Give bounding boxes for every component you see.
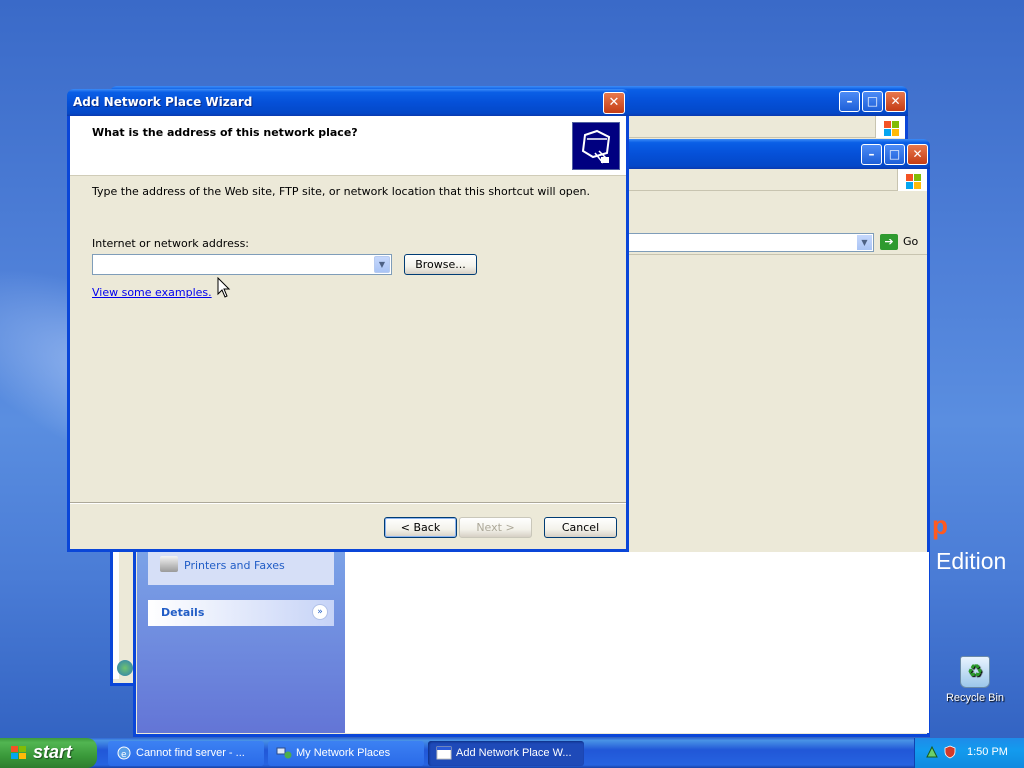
taskbar: start e Cannot find server - ... My Netw… bbox=[0, 738, 1024, 768]
add-network-place-wizard: Add Network Place Wizard ✕ What is the a… bbox=[67, 89, 629, 552]
taskbar-clock: 1:50 PM bbox=[967, 746, 1008, 758]
taskbar-item-label: Add Network Place W... bbox=[456, 747, 572, 759]
browse-button[interactable]: Browse... bbox=[404, 254, 477, 275]
windows-logo-icon bbox=[897, 169, 927, 191]
network-folder-icon bbox=[572, 122, 620, 170]
instruction-text: Type the address of the Web site, FTP si… bbox=[92, 185, 591, 198]
next-button[interactable]: Next > bbox=[459, 517, 532, 538]
dialog-close-button[interactable]: ✕ bbox=[603, 92, 625, 114]
start-button[interactable]: start bbox=[0, 738, 97, 768]
details-panel-header[interactable]: Details » bbox=[148, 600, 334, 626]
dialog-separator bbox=[70, 502, 626, 504]
network-places-icon bbox=[276, 747, 292, 759]
network-address-combobox[interactable]: ▼ bbox=[92, 254, 392, 275]
wallpaper-brand-mark: p bbox=[932, 510, 948, 540]
windows-flag-icon bbox=[11, 746, 26, 759]
go-button[interactable]: ➔ Go bbox=[878, 233, 924, 252]
globe-icon bbox=[117, 660, 133, 676]
wizard-header: What is the address of this network plac… bbox=[70, 116, 626, 176]
system-tray: 1:50 PM bbox=[914, 738, 1024, 768]
close-button[interactable]: ✕ bbox=[885, 91, 906, 112]
dialog-title: Add Network Place Wizard bbox=[73, 95, 253, 109]
svg-text:e: e bbox=[121, 750, 127, 760]
wallpaper-brand-text: Edition bbox=[936, 548, 1007, 574]
view-examples-link[interactable]: View some examples. bbox=[92, 286, 212, 299]
go-arrow-icon: ➔ bbox=[880, 234, 898, 250]
mouse-pointer-icon bbox=[217, 277, 231, 298]
taskbar-item-label: Cannot find server - ... bbox=[136, 747, 245, 759]
cancel-button[interactable]: Cancel bbox=[544, 517, 617, 538]
explorer-content-pane bbox=[345, 552, 929, 733]
taskbar-item-label: My Network Places bbox=[296, 747, 391, 759]
recycle-bin-shortcut[interactable]: Recycle Bin bbox=[940, 656, 1010, 704]
security-shield-icon[interactable] bbox=[943, 745, 957, 759]
address-input[interactable]: ▼ bbox=[626, 233, 874, 252]
windows-logo-icon bbox=[875, 116, 905, 138]
maximize-button[interactable]: □ bbox=[884, 144, 905, 165]
recycle-bin-icon bbox=[960, 656, 990, 688]
printers-and-faxes-link[interactable]: Printers and Faxes bbox=[184, 559, 285, 572]
maximize-button[interactable]: □ bbox=[862, 91, 883, 112]
taskbar-item-browser[interactable]: e Cannot find server - ... bbox=[108, 741, 264, 766]
network-tray-icon[interactable] bbox=[925, 745, 939, 759]
other-places-box: Printers and Faxes bbox=[148, 552, 334, 585]
taskbar-item-my-network-places[interactable]: My Network Places bbox=[268, 741, 424, 766]
dialog-titlebar: Add Network Place Wizard ✕ bbox=[67, 89, 629, 116]
wizard-question: What is the address of this network plac… bbox=[92, 126, 358, 139]
printer-icon bbox=[160, 556, 178, 572]
close-button[interactable]: ✕ bbox=[907, 144, 928, 165]
back-button[interactable]: < Back bbox=[384, 517, 457, 538]
start-label: start bbox=[33, 742, 73, 762]
minimize-button[interactable]: – bbox=[861, 144, 882, 165]
taskbar-item-wizard[interactable]: Add Network Place W... bbox=[428, 741, 584, 766]
chevron-down-icon[interactable]: ▼ bbox=[857, 235, 872, 250]
chevron-down-icon[interactable]: ▼ bbox=[374, 256, 390, 273]
address-label: Internet or network address: bbox=[92, 237, 250, 250]
window-icon bbox=[436, 746, 452, 760]
network-address-input[interactable] bbox=[93, 255, 371, 274]
details-label: Details bbox=[161, 606, 205, 619]
minimize-button[interactable]: – bbox=[839, 91, 860, 112]
recycle-bin-label: Recycle Bin bbox=[945, 692, 1005, 704]
expand-chevron-icon[interactable]: » bbox=[312, 604, 328, 620]
go-label: Go bbox=[903, 235, 919, 248]
internet-explorer-icon: e bbox=[117, 746, 131, 760]
